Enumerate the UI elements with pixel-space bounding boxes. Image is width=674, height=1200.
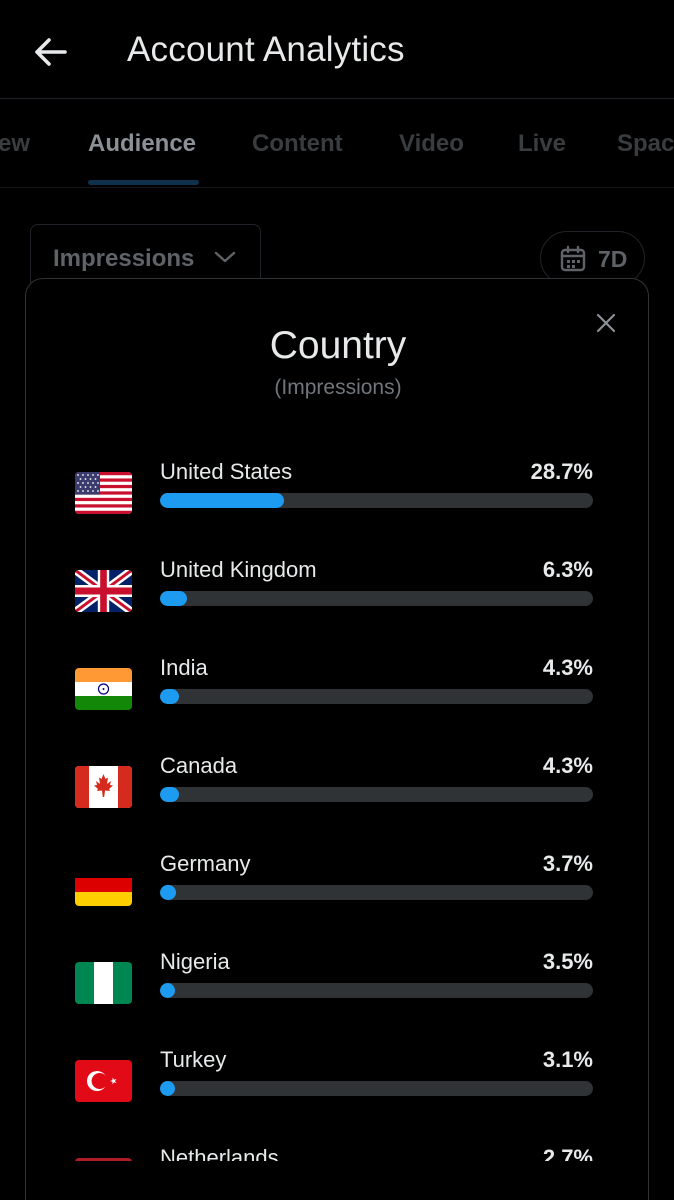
modal-subtitle: (Impressions) xyxy=(274,376,402,399)
country-row: India 4.3% xyxy=(26,635,648,715)
country-percent: 4.3% xyxy=(542,655,593,680)
country-percent: 3.1% xyxy=(542,1047,593,1072)
app-header: Account Analytics xyxy=(0,0,674,99)
country-percent: 3.7% xyxy=(542,851,593,876)
uk-flag-icon xyxy=(75,570,132,612)
progress-bar-track xyxy=(160,885,593,900)
tab-live[interactable]: Live xyxy=(518,130,566,158)
germany-flag-icon xyxy=(75,864,132,906)
back-button[interactable] xyxy=(30,32,70,72)
progress-bar-track xyxy=(160,591,593,606)
progress-bar-track xyxy=(160,689,593,704)
country-row: Germany 3.7% xyxy=(26,831,648,911)
country-row: United States 28.7% xyxy=(26,439,648,519)
country-name: Germany xyxy=(160,851,251,876)
tab-spaces[interactable]: Spac xyxy=(617,130,674,158)
country-percent: 3.5% xyxy=(542,949,593,974)
india-flag-icon xyxy=(75,668,132,710)
tab-audience[interactable]: Audience xyxy=(88,130,196,158)
country-list[interactable]: United States 28.7% United Kingdom 6.3% xyxy=(26,439,648,1161)
arrow-left-icon xyxy=(35,38,67,66)
nigeria-flag-icon xyxy=(75,962,132,1004)
country-name: United States xyxy=(160,459,293,484)
country-row: Canada 4.3% xyxy=(26,733,648,813)
country-name: Canada xyxy=(160,753,238,778)
country-row: United Kingdom 6.3% xyxy=(26,537,648,617)
tab-video[interactable]: Video xyxy=(399,130,464,158)
progress-bar-fill xyxy=(160,591,188,606)
country-row: Turkey 3.1% xyxy=(26,1027,648,1107)
country-percent: 4.3% xyxy=(542,753,593,778)
progress-bar-fill xyxy=(160,983,176,998)
country-percent: 2.7% xyxy=(542,1145,593,1161)
country-name: Turkey xyxy=(160,1047,227,1072)
canada-flag-icon xyxy=(75,766,132,808)
page-title: Account Analytics xyxy=(127,30,405,69)
chevron-down-icon xyxy=(214,251,236,263)
progress-bar-fill xyxy=(160,885,177,900)
tab-content[interactable]: Content xyxy=(252,130,343,158)
country-row: Nigeria 3.5% xyxy=(26,929,648,1009)
progress-bar-track xyxy=(160,1081,593,1096)
tab-overview[interactable]: ew xyxy=(0,130,30,158)
progress-bar-fill xyxy=(160,1081,175,1096)
turkey-flag-icon xyxy=(75,1060,132,1102)
progress-bar-fill xyxy=(160,787,179,802)
netherlands-flag-icon xyxy=(75,1158,132,1161)
date-range-value: 7D xyxy=(598,246,628,272)
analytics-tabs: ew Audience Content Video Live Spac xyxy=(0,100,674,188)
calendar-icon xyxy=(560,245,586,272)
country-name: Nigeria xyxy=(160,949,230,974)
progress-bar-track xyxy=(160,493,593,508)
country-name: India xyxy=(160,655,208,680)
progress-bar-fill xyxy=(160,493,285,508)
date-range-button[interactable]: 7D xyxy=(540,231,645,285)
country-row: Netherlands 2.7% xyxy=(26,1125,648,1161)
progress-bar-track xyxy=(160,787,593,802)
country-modal: Country (Impressions) United States 28.7… xyxy=(25,278,649,1200)
modal-title: Country xyxy=(269,324,407,367)
metric-select-value: Impressions xyxy=(53,245,195,272)
us-flag-icon xyxy=(75,472,132,514)
active-tab-indicator xyxy=(88,180,199,185)
country-percent: 6.3% xyxy=(542,557,593,582)
country-name: Netherlands xyxy=(160,1145,279,1161)
progress-bar-fill xyxy=(160,689,179,704)
country-percent: 28.7% xyxy=(530,459,593,484)
progress-bar-track xyxy=(160,983,593,998)
country-name: United Kingdom xyxy=(160,557,317,582)
